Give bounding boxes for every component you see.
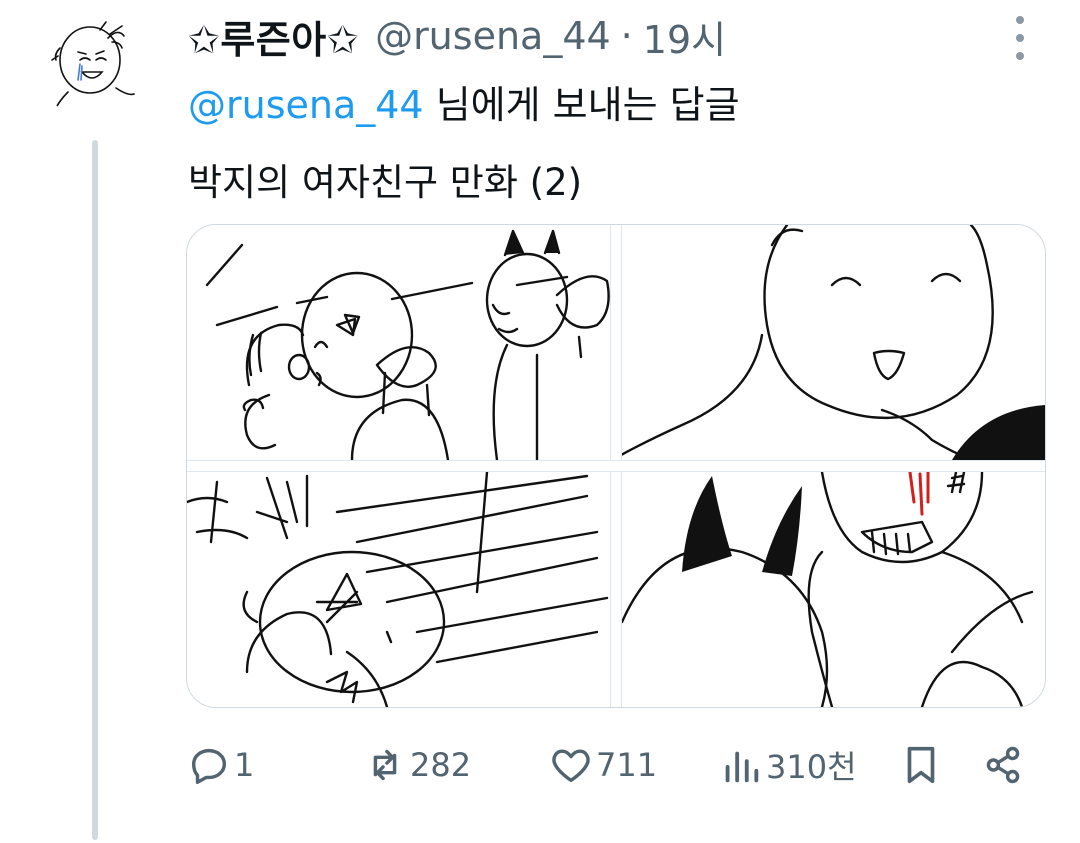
more-dot	[1016, 16, 1024, 24]
views-button[interactable]: 310천	[718, 740, 857, 790]
repost-count: 282	[410, 746, 472, 784]
reply-mention-link[interactable]: @rusena_44	[188, 83, 424, 127]
comic-panel-1-drawing	[205, 229, 610, 460]
thread-line	[92, 140, 98, 840]
media-grid[interactable]	[186, 224, 1046, 708]
heart-icon	[552, 749, 590, 783]
bar-chart-icon	[725, 751, 759, 783]
media-divider-horizontal	[187, 460, 1045, 472]
media-panel-4[interactable]	[622, 472, 1045, 707]
reply-context: @rusena_44 님에게 보내는 답글	[188, 74, 740, 129]
share-icon	[986, 746, 1020, 784]
separator-dot: ·	[620, 14, 633, 58]
more-vertical-icon[interactable]	[1004, 16, 1036, 60]
reply-context-text: 님에게 보내는 답글	[423, 83, 740, 127]
bookmark-button[interactable]	[898, 740, 944, 790]
tweet-header: ✩루즌아✩ @rusena_44 · 19시	[188, 6, 968, 66]
speech-bubble-icon	[191, 748, 227, 784]
reply-count: 1	[234, 746, 255, 784]
more-dot	[1016, 34, 1024, 42]
repost-arrows-icon	[373, 749, 397, 781]
view-count: 310천	[766, 748, 857, 786]
display-name[interactable]: ✩루즌아✩	[188, 9, 359, 64]
user-handle[interactable]: @rusena_44	[375, 14, 611, 58]
more-dot	[1016, 52, 1024, 60]
comic-panel-3-drawing	[187, 472, 609, 707]
tweet-text: 박지의 여자친구 만화 (2)	[188, 161, 583, 204]
action-bar: 1 282 711 310천	[186, 740, 1036, 790]
media-panel-1[interactable]	[187, 225, 610, 460]
like-count: 711	[596, 746, 658, 784]
comic-panel-2-drawing	[622, 225, 1045, 460]
bookmark-icon	[907, 746, 935, 784]
timestamp[interactable]: 19시	[643, 9, 726, 64]
media-panel-2[interactable]	[622, 225, 1045, 460]
avatar-drawing-icon	[51, 21, 135, 113]
share-button[interactable]	[980, 740, 1026, 790]
comic-panel-4-drawing	[622, 472, 1034, 707]
reply-button[interactable]: 1	[186, 740, 254, 790]
media-panel-3[interactable]	[187, 472, 610, 707]
repost-button[interactable]: 282	[362, 740, 471, 790]
avatar[interactable]	[38, 8, 150, 120]
like-button[interactable]: 711	[548, 740, 657, 790]
